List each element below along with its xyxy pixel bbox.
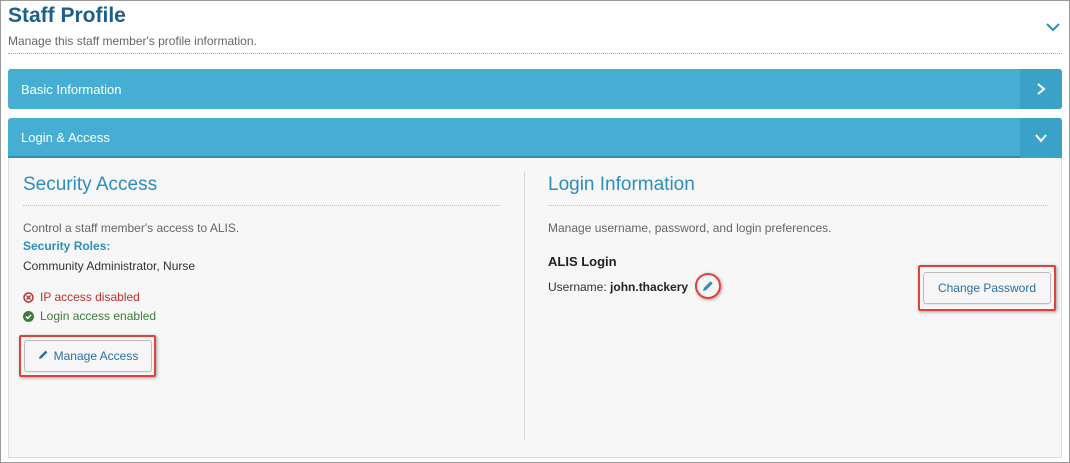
- page-subtitle: Manage this staff member's profile infor…: [8, 34, 257, 48]
- collapse-chevron-down-icon[interactable]: [1044, 18, 1062, 36]
- panel-login-label: Login & Access: [21, 129, 110, 145]
- x-circle-icon: [23, 291, 34, 303]
- panel-basic-information[interactable]: Basic Information: [8, 69, 1062, 109]
- login-access-status-text: Login access enabled: [40, 309, 157, 323]
- username-label: Username:: [548, 280, 607, 294]
- login-info-rule: [548, 205, 1048, 206]
- security-roles-value: Community Administrator, Nurse: [23, 259, 196, 273]
- page-title: Staff Profile: [8, 4, 126, 27]
- ip-access-status: IP access disabled: [23, 290, 140, 304]
- username-value: john.thackery: [610, 280, 689, 294]
- change-password-label: Change Password: [937, 281, 1037, 295]
- alis-login-heading: ALIS Login: [548, 254, 617, 269]
- chevron-right-icon[interactable]: [1020, 69, 1062, 109]
- login-info-description: Manage username, password, and login pre…: [548, 221, 832, 235]
- check-circle-icon: [23, 310, 34, 322]
- security-roles-label: Security Roles:: [23, 239, 111, 253]
- chevron-down-icon[interactable]: [1020, 118, 1062, 158]
- manage-access-button[interactable]: Manage Access: [24, 340, 152, 372]
- security-access-title: Security Access: [23, 174, 158, 195]
- header-divider: [8, 53, 1062, 54]
- manage-access-label: Manage Access: [53, 349, 139, 363]
- login-access-panel-body: Security Access Control a staff member's…: [8, 158, 1062, 458]
- ip-access-status-text: IP access disabled: [40, 290, 140, 304]
- panel-login-access[interactable]: Login & Access: [8, 118, 1062, 158]
- change-password-button[interactable]: Change Password: [923, 272, 1051, 304]
- pencil-icon: [38, 349, 49, 363]
- panel-basic-label: Basic Information: [21, 81, 122, 97]
- edit-username-pencil-icon[interactable]: [701, 279, 715, 293]
- security-rule: [23, 205, 501, 206]
- column-divider: [524, 172, 525, 440]
- login-access-status: Login access enabled: [23, 309, 156, 323]
- security-description: Control a staff member's access to ALIS.: [23, 221, 240, 235]
- login-information-title: Login Information: [548, 174, 695, 195]
- username-line: Username: john.thackery: [548, 280, 688, 294]
